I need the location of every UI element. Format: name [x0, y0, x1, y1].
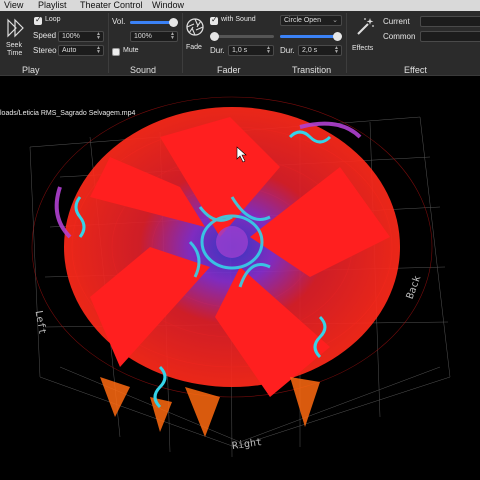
seek-play-icon — [7, 18, 24, 38]
common-effect-field[interactable] — [420, 31, 480, 42]
mute-label: Mute — [123, 47, 139, 54]
section-transition-label: Transition — [292, 65, 332, 75]
with-sound-checkbox[interactable] — [210, 15, 218, 25]
fade-button[interactable]: Fade — [184, 15, 206, 55]
speed-label: Speed — [33, 31, 57, 40]
divider — [182, 13, 183, 73]
divider — [346, 13, 347, 73]
with-sound-label: with Sound — [221, 16, 256, 23]
transition-slider-fill — [280, 35, 338, 38]
common-label: Common — [383, 32, 416, 41]
fader-slider-knob[interactable] — [210, 32, 219, 41]
stepper-icon: ▲ ▼ — [266, 45, 271, 55]
seek-label-1: Seek — [6, 42, 22, 49]
toolbar: Seek Time Loop Speed 100% ▲▼ Stereo Auto… — [0, 11, 480, 76]
transition-duration-value: 2,0 s — [302, 47, 318, 54]
section-fader-label: Fader — [217, 65, 241, 75]
fader-duration-value: 1,0 s — [232, 47, 248, 54]
stepper-icon: ▲ ▼ — [170, 31, 175, 41]
transition-slider[interactable] — [280, 32, 342, 41]
menu-playlist[interactable]: Playlist — [38, 0, 67, 11]
menu-view[interactable]: View — [4, 0, 23, 11]
menu-theater-control[interactable]: Theater Control — [80, 0, 143, 11]
volume-label: Vol. — [112, 17, 126, 26]
stepper-icon: ▲ ▼ — [96, 31, 101, 41]
mute-checkbox[interactable] — [112, 48, 120, 56]
transition-slider-knob[interactable] — [333, 32, 342, 41]
stereo-label: Stereo — [33, 46, 57, 55]
aperture-icon — [186, 18, 204, 36]
menu-bar: View Playlist Theater Control Window — [0, 0, 480, 11]
transition-type-value: Circle Open — [284, 17, 321, 24]
section-play-label: Play — [22, 65, 40, 75]
stereo-value: Auto — [62, 47, 77, 54]
transition-duration-label: Dur. — [280, 46, 295, 55]
current-label: Current — [383, 17, 410, 26]
fade-label: Fade — [186, 44, 202, 51]
video-viewport[interactable]: loads/Leticia RMS_Sagrado Selvagem.mp4 R… — [0, 77, 480, 480]
speed-value: 100% — [62, 33, 80, 40]
section-effect-label: Effect — [404, 65, 427, 75]
loop-checkbox[interactable] — [34, 15, 42, 25]
menu-window[interactable]: Window — [152, 0, 184, 11]
volume-value: 100% — [134, 33, 152, 40]
transition-duration-stepper[interactable]: 2,0 s ▲ ▼ — [298, 45, 342, 56]
fader-slider[interactable] — [210, 32, 274, 41]
current-effect-field[interactable] — [420, 16, 480, 27]
dome-visualization — [29, 96, 451, 458]
seek-time-button[interactable]: Seek Time — [4, 15, 28, 59]
divider — [108, 13, 109, 73]
stereo-select[interactable]: Auto ▲ ▼ — [58, 45, 104, 56]
stepper-icon: ▲ ▼ — [334, 45, 339, 55]
magic-wand-icon — [357, 18, 374, 35]
chevron-updown-icon: ▲ ▼ — [96, 45, 101, 55]
effects-button[interactable]: Effects — [350, 15, 380, 55]
section-sound-label: Sound — [130, 65, 157, 75]
effects-label: Effects — [352, 45, 374, 52]
speed-stepper[interactable]: 100% ▲ ▼ — [58, 31, 104, 42]
fader-duration-label: Dur. — [210, 46, 225, 55]
seek-label-2: Time — [7, 50, 23, 57]
volume-slider-knob[interactable] — [169, 18, 179, 27]
fader-duration-stepper[interactable]: 1,0 s ▲ ▼ — [228, 45, 274, 56]
volume-slider[interactable] — [130, 18, 179, 27]
volume-slider-fill — [130, 21, 174, 24]
loop-label: Loop — [45, 16, 61, 23]
transition-type-select[interactable]: Circle Open ⌄ — [280, 15, 342, 26]
volume-stepper[interactable]: 100% ▲ ▼ — [130, 31, 178, 42]
chevron-down-icon: ⌄ — [332, 17, 338, 24]
